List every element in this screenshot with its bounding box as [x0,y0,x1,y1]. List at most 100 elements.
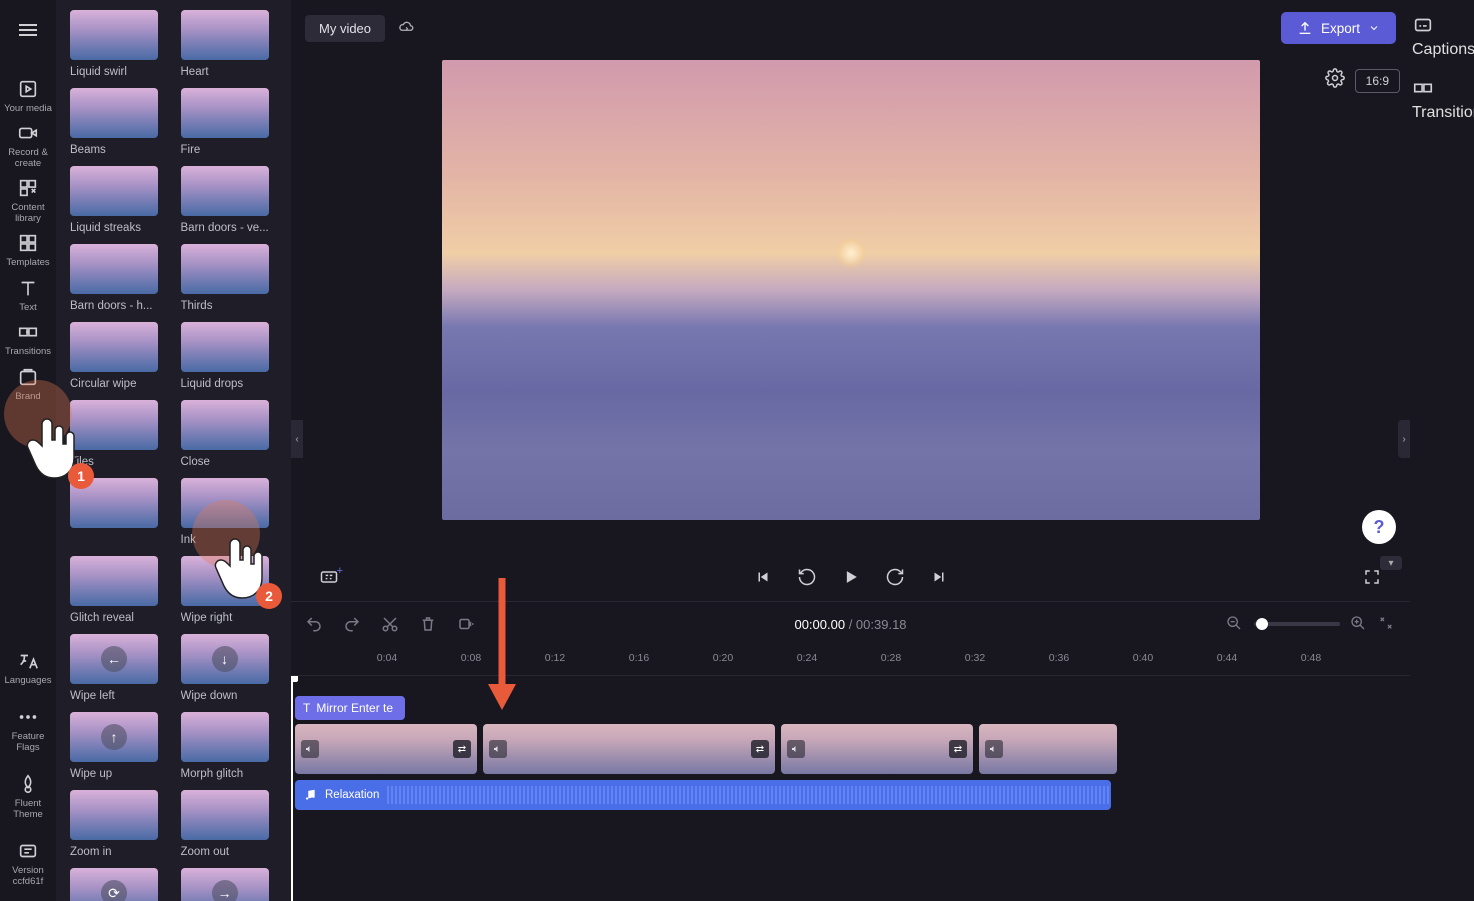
music-icon [303,788,317,802]
video-clip[interactable]: ⇄ [295,724,477,774]
transition-item[interactable]: Glitch reveal [70,556,169,624]
preview-area: 16:9 [291,56,1410,553]
ruler-tick: 0:12 [545,652,565,664]
transition-item[interactable]: Barn doors - h... [70,244,169,312]
fullscreen-icon[interactable] [1362,567,1382,587]
nav-theme[interactable]: Fluent Theme [1,769,55,824]
transition-item[interactable]: ↓Wipe down [181,634,280,702]
aspect-ratio-chip[interactable]: 16:9 [1355,69,1400,93]
transition-item[interactable]: Close [181,400,280,468]
nav-lang[interactable]: Languages [1,646,55,690]
right-rail-captions[interactable]: Captions [1412,14,1472,59]
timeline: 00:00.00 / 00:39.18 0:040:080:120:160:20… [291,601,1410,901]
transition-item[interactable]: → [181,868,280,901]
video-clip[interactable] [979,724,1117,774]
transition-item[interactable]: Liquid streaks [70,166,169,234]
cloud-sync-icon[interactable] [397,19,415,37]
menu-icon[interactable] [16,18,40,42]
transition-item[interactable]: Liquid drops [181,322,280,390]
nav-text[interactable]: Text [1,273,55,317]
text-clip-badge[interactable]: T Mirror Enter te [295,696,405,720]
transition-item[interactable]: ⟳ [70,868,169,901]
right-rail: Captions Transition [1410,0,1474,901]
nav-library[interactable]: Content library [1,173,55,228]
skip-end-icon[interactable] [929,567,949,587]
undo-icon[interactable] [305,615,323,633]
time-display: 00:00.00 / 00:39.18 [794,617,906,632]
nav-media[interactable]: Your media [1,74,55,118]
help-button[interactable]: ? [1362,510,1396,544]
export-button[interactable]: Export [1281,12,1396,44]
transition-item[interactable]: Beams [70,88,169,156]
step-2-pointer: 2 [210,530,272,605]
transition-item[interactable]: Thirds [181,244,280,312]
collapse-left-panel[interactable]: ‹ [291,420,303,458]
transition-item[interactable]: Barn doors - ve... [181,166,280,234]
right-rail-transition[interactable]: Transition [1412,77,1472,122]
nav-record[interactable]: Record & create [1,118,55,173]
redo-icon[interactable] [343,615,361,633]
transition-item[interactable]: ↑Wipe up [70,712,169,780]
ruler-tick: 0:48 [1301,652,1321,664]
transition-marker-icon[interactable]: ⇄ [949,740,967,758]
cut-icon[interactable] [381,615,399,633]
nav-version[interactable]: Version ccfd61f [1,836,55,891]
chevron-down-icon [1368,22,1380,34]
transition-item[interactable]: Heart [181,10,280,78]
captions-preview-icon[interactable]: + [319,567,339,587]
video-clip[interactable]: ⇄ [781,724,973,774]
zoom-in-icon[interactable] [1350,615,1368,633]
audio-clip-label: Relaxation [325,789,379,801]
transition-marker-icon[interactable]: ⇄ [453,740,471,758]
nav-templates[interactable]: Templates [1,228,55,272]
export-label: Export [1321,21,1360,36]
timeline-ruler[interactable]: 0:040:080:120:160:200:240:280:320:360:40… [291,646,1410,676]
forward-icon[interactable] [885,567,905,587]
delete-icon[interactable] [419,615,437,633]
step-1-pointer: 1 [22,410,84,485]
rewind-icon[interactable] [797,567,817,587]
transition-item[interactable]: Circular wipe [70,322,169,390]
timeline-tracks[interactable]: T Mirror Enter te ⇄ ⇄ ⇄ Relaxation [291,676,1410,901]
ruler-tick: 0:16 [629,652,649,664]
transition-item[interactable]: ←Wipe left [70,634,169,702]
volume-icon[interactable] [787,740,805,758]
arrow-indicator [484,578,520,714]
transition-item[interactable]: Zoom out [181,790,280,858]
ruler-tick: 0:28 [881,652,901,664]
zoom-out-icon[interactable] [1226,615,1244,633]
expand-timeline-icon[interactable]: ▾ [1380,556,1402,570]
timeline-toolbar: 00:00.00 / 00:39.18 [291,602,1410,646]
zoom-slider[interactable] [1254,622,1340,626]
volume-icon[interactable] [301,740,319,758]
collapse-right-panel[interactable]: › [1398,420,1410,458]
audio-track[interactable]: Relaxation [295,780,1111,810]
main-editor: My video Export 16:9 + [291,0,1410,901]
playback-bar: + [291,553,1410,601]
transition-item[interactable]: Tiles [70,400,169,468]
volume-icon[interactable] [489,740,507,758]
nav-flags[interactable]: Feature Flags [1,702,55,757]
video-preview[interactable] [442,60,1260,520]
upload-icon [1297,20,1313,36]
ruler-tick: 0:20 [713,652,733,664]
text-clip-label: Mirror Enter te [316,701,393,715]
settings-icon[interactable] [1325,68,1345,93]
video-clip[interactable]: ⇄ [483,724,775,774]
transition-item[interactable]: Liquid swirl [70,10,169,78]
volume-icon[interactable] [985,740,1003,758]
transition-marker-icon[interactable]: ⇄ [751,740,769,758]
ruler-tick: 0:04 [377,652,397,664]
transition-item[interactable]: Zoom in [70,790,169,858]
skip-start-icon[interactable] [753,567,773,587]
playhead[interactable] [291,676,293,901]
split-icon[interactable] [457,615,475,633]
nav-transitions[interactable]: Transitions [1,317,55,361]
project-title[interactable]: My video [305,15,385,42]
ruler-tick: 0:40 [1133,652,1153,664]
play-icon[interactable] [841,567,861,587]
ruler-tick: 0:24 [797,652,817,664]
transition-item[interactable]: Morph glitch [181,712,280,780]
transition-item[interactable]: Fire [181,88,280,156]
zoom-fit-icon[interactable] [1378,615,1396,633]
